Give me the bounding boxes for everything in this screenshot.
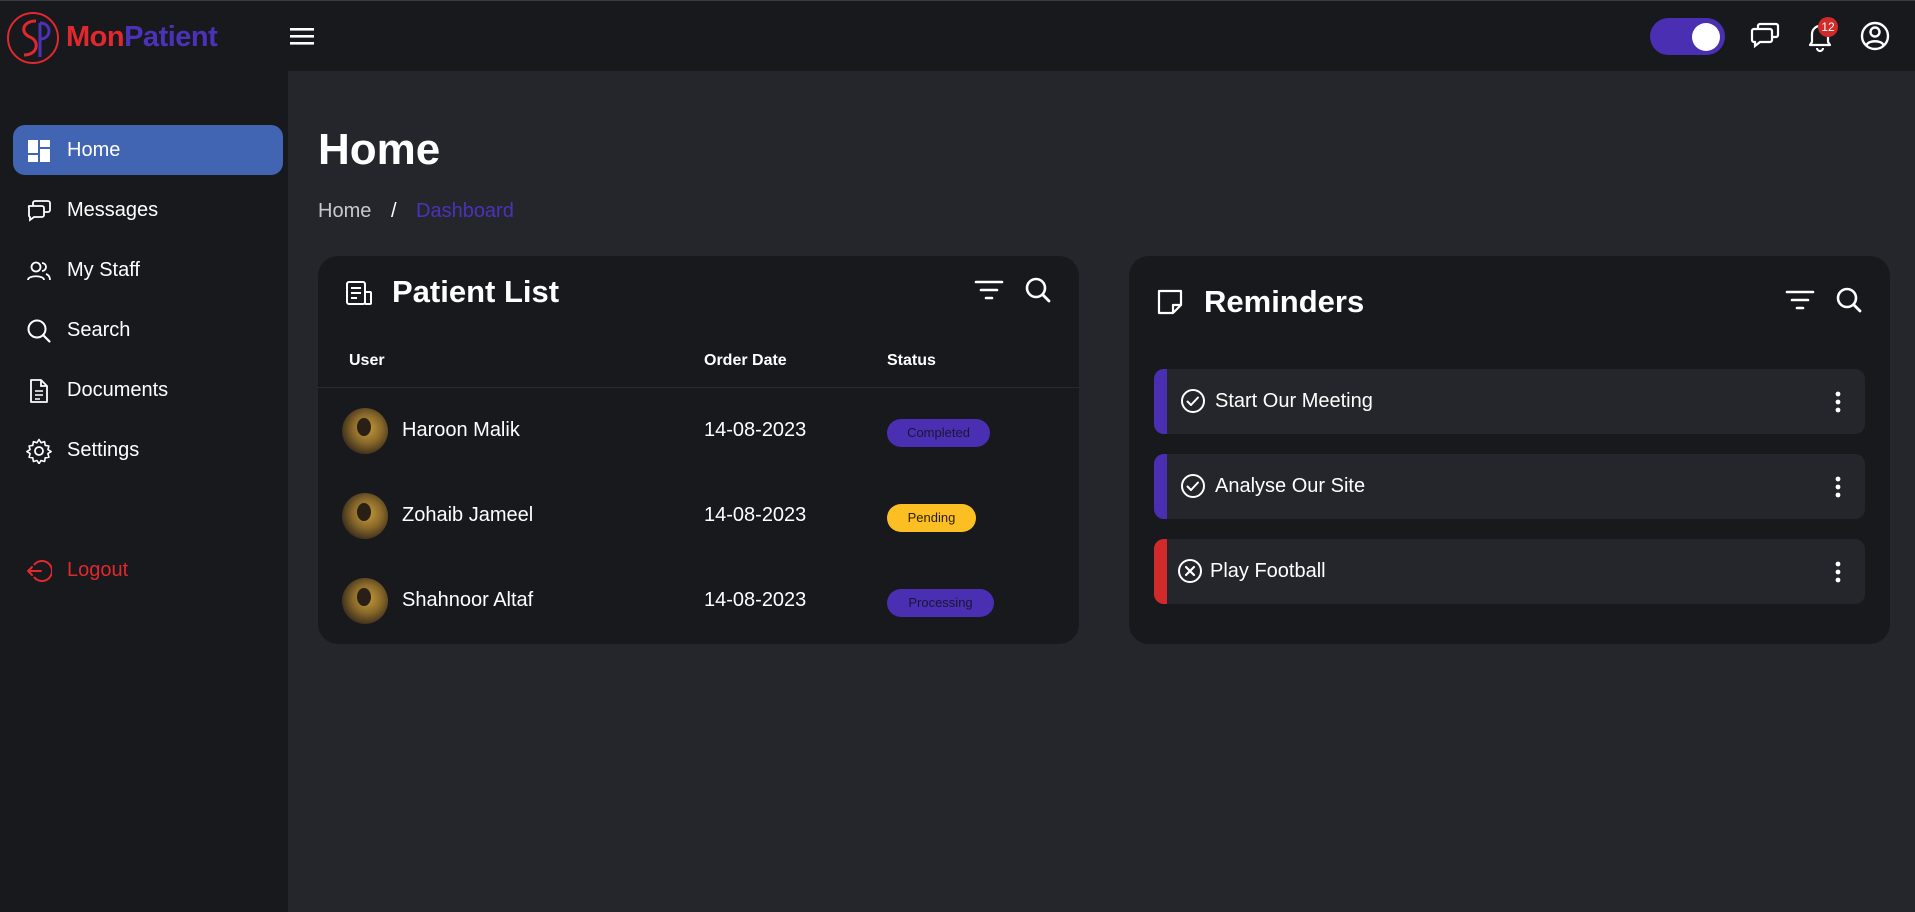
avatar <box>342 493 388 539</box>
search-icon[interactable] <box>1833 284 1865 316</box>
avatar <box>342 578 388 624</box>
status-badge: Processing <box>887 589 994 617</box>
reminder-status-bar <box>1154 539 1167 604</box>
toggle-knob <box>1692 23 1720 51</box>
dashboard-icon <box>28 140 50 162</box>
order-date: 14-08-2023 <box>704 504 807 526</box>
filter-icon[interactable] <box>1784 284 1816 316</box>
reminders-title: Reminders <box>1204 284 1365 319</box>
breadcrumb-home[interactable]: Home <box>318 200 371 223</box>
patient-name: Shahnoor Altaf <box>402 589 534 611</box>
breadcrumb-separator: / <box>391 200 397 222</box>
table-row[interactable]: Shahnoor Altaf 14-08-2023 Processing <box>318 558 1079 643</box>
sidebar-item-label: Search <box>67 319 131 341</box>
logout-button[interactable]: Logout <box>13 545 283 595</box>
more-vertical-icon[interactable] <box>1826 559 1850 585</box>
theme-toggle[interactable] <box>1650 18 1725 55</box>
table-row[interactable]: Zohaib Jameel 14-08-2023 Pending <box>318 473 1079 558</box>
reminder-label: Analyse Our Site <box>1215 475 1366 497</box>
cancel-circle-icon[interactable] <box>1177 558 1203 584</box>
sidebar-item-documents[interactable]: Documents <box>13 365 283 415</box>
patient-list-title: Patient List <box>392 274 560 309</box>
sidebar-item-label: Home <box>67 139 121 161</box>
column-header-order-date[interactable]: Order Date <box>704 352 787 370</box>
sidebar-item-home[interactable]: Home <box>13 125 283 175</box>
chat-icon <box>27 200 51 222</box>
people-icon <box>27 261 51 281</box>
more-vertical-icon[interactable] <box>1826 474 1850 500</box>
order-date: 14-08-2023 <box>704 419 807 441</box>
app-logo <box>7 12 59 64</box>
column-header-user[interactable]: User <box>349 352 385 370</box>
patient-name: Zohaib Jameel <box>402 504 534 526</box>
logout-icon <box>27 560 52 582</box>
sidebar-item-label: My Staff <box>67 259 140 281</box>
reminder-item[interactable]: Start Our Meeting <box>1154 369 1865 434</box>
column-header-status[interactable]: Status <box>887 352 936 370</box>
reminder-item[interactable]: Analyse Our Site <box>1154 454 1865 519</box>
reminder-item[interactable]: Play Football <box>1154 539 1865 604</box>
sidebar-item-messages[interactable]: Messages <box>13 185 283 235</box>
document-icon <box>30 379 48 403</box>
sidebar-item-label: Documents <box>67 379 169 401</box>
filter-icon[interactable] <box>973 274 1005 306</box>
reminders-card: Reminders Start Our Meeting Analyse Our … <box>1129 256 1890 644</box>
sidebar-item-search[interactable]: Search <box>13 305 283 355</box>
sidebar-item-my-staff[interactable]: My Staff <box>13 245 283 295</box>
reminder-label: Start Our Meeting <box>1215 390 1373 412</box>
menu-icon[interactable] <box>290 25 316 47</box>
patient-name: Haroon Malik <box>402 419 520 441</box>
account-icon[interactable] <box>1858 19 1892 53</box>
reminder-label: Play Football <box>1210 560 1326 582</box>
reminder-status-bar <box>1154 369 1167 434</box>
check-circle-icon[interactable] <box>1180 473 1206 499</box>
logout-label: Logout <box>67 559 129 581</box>
note-icon <box>1157 289 1183 315</box>
sidebar-item-settings[interactable]: Settings <box>13 425 283 475</box>
breadcrumb-current[interactable]: Dashboard <box>416 200 514 223</box>
search-icon[interactable] <box>1022 274 1054 306</box>
list-icon <box>346 281 372 305</box>
sidebar-item-label: Messages <box>67 199 159 221</box>
avatar <box>342 408 388 454</box>
search-icon <box>27 319 51 343</box>
status-badge: Completed <box>887 419 990 447</box>
patient-list-card: Patient List User Order Date Status Haro… <box>318 256 1079 644</box>
more-vertical-icon[interactable] <box>1826 389 1850 415</box>
sidebar-item-label: Settings <box>67 439 140 461</box>
order-date: 14-08-2023 <box>704 589 807 611</box>
table-row[interactable]: Haroon Malik 14-08-2023 Completed <box>318 388 1079 473</box>
gear-icon <box>26 438 52 464</box>
page-title: Home <box>318 125 441 174</box>
notification-badge: 12 <box>1818 17 1838 37</box>
check-circle-icon[interactable] <box>1180 388 1206 414</box>
reminder-status-bar <box>1154 454 1167 519</box>
top-bar: MonPatient 12 <box>0 0 1915 71</box>
chat-icon[interactable] <box>1748 19 1782 53</box>
brand-name: MonPatient <box>66 21 218 53</box>
status-badge: Pending <box>887 504 976 532</box>
sidebar: Home Messages My Staff Search Documents <box>0 71 288 912</box>
